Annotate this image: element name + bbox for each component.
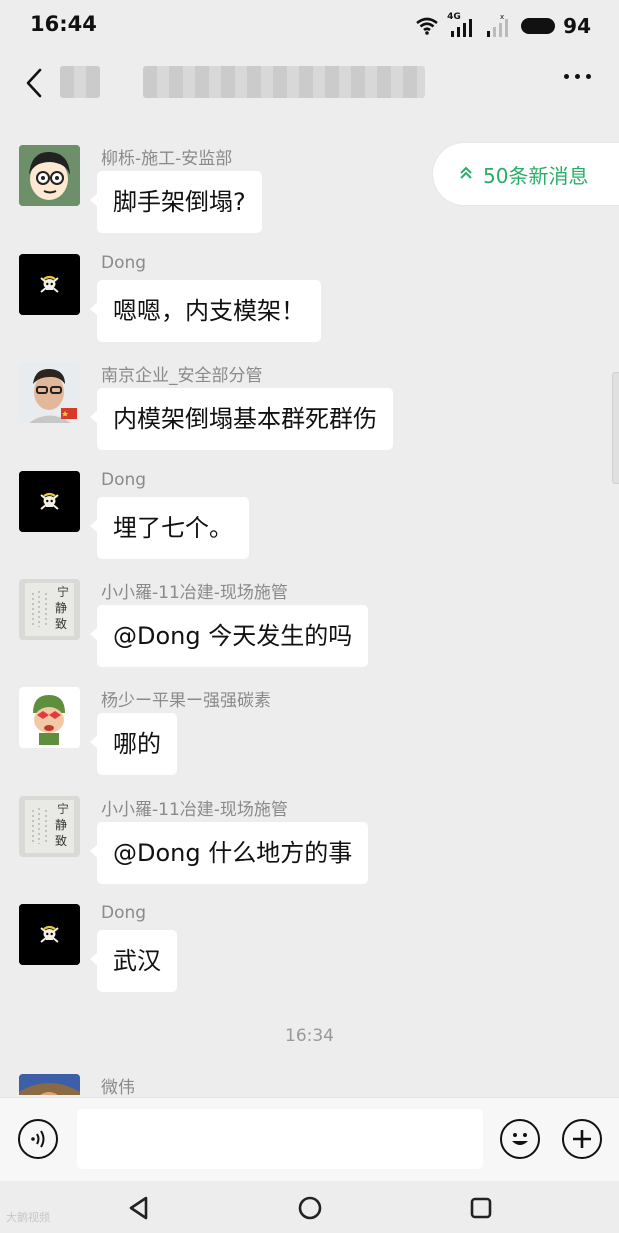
message-bubble[interactable]: 哪的 [90,713,177,775]
battery-level: 94 [563,14,591,38]
avatar[interactable] [19,362,80,423]
status-time: 16:44 [30,12,97,36]
avatar[interactable]: 宁 静 致 [19,579,80,640]
status-bar: 16:44 4G x 94 [0,0,619,52]
signal-icon-empty: x [487,14,509,37]
message-input[interactable] [77,1109,483,1169]
signal-icon-4g: 4G [447,12,477,38]
add-more-icon[interactable] [562,1119,602,1159]
nav-back-icon[interactable] [126,1195,152,1221]
sender-name: Dong [101,470,147,490]
svg-text:致: 致 [55,834,67,848]
svg-text:宁: 宁 [57,584,69,599]
message-bubble[interactable]: 埋了七个。 [90,497,249,559]
voice-input-icon[interactable] [18,1119,58,1159]
sender-name: 柳栎-施工-安监部 [101,149,233,169]
message-bubble[interactable]: @Dong 今天发生的吗 [89,605,369,667]
avatar[interactable] [19,254,80,315]
sender-name: 微伟 [101,1078,135,1095]
avatar[interactable] [19,145,80,206]
system-nav-bar: 大鹅视频 [0,1181,619,1233]
message-list[interactable]: 柳栎-施工-安监部 脚手架倒塌? Dong 嗯嗯，内支模架！ 南京企业_安全部分… [0,130,619,1095]
message-bubble[interactable]: 嗯嗯，内支模架！ [90,280,321,342]
message-timestamp: 16:34 [285,1026,334,1046]
input-bar [0,1097,619,1182]
nav-recents-icon[interactable] [468,1195,494,1221]
back-icon[interactable] [22,66,52,100]
wifi-icon [416,17,438,35]
double-chevron-up-icon [459,165,473,184]
svg-text:x: x [500,14,504,21]
status-icons: 4G x 94 [415,12,591,40]
avatar[interactable] [19,471,80,532]
svg-text:静: 静 [55,601,67,615]
svg-text:宁: 宁 [57,801,69,816]
message-bubble[interactable]: 内模架倒塌基本群死群伤 [90,388,393,450]
sender-name: 南京企业_安全部分管 [101,366,263,386]
sender-name: Dong [101,903,147,923]
sender-name: 小小羅-11冶建-现场施管 [101,583,288,603]
message-bubble[interactable]: @Dong 什么地方的事 [89,822,369,884]
avatar[interactable] [19,904,80,965]
scrollbar[interactable] [612,372,619,484]
new-messages-label: 50条新消息 [483,163,589,188]
sender-name: Dong [101,253,147,273]
message-bubble[interactable]: 武汉 [90,930,177,992]
avatar[interactable] [19,687,80,748]
sender-name: 杨少ー平果ー强强碳素 [101,691,271,711]
message-bubble[interactable]: 脚手架倒塌? [90,171,262,233]
battery-icon [521,18,556,34]
svg-text:静: 静 [55,818,67,832]
more-options-icon[interactable] [564,74,591,79]
avatar[interactable] [19,1074,80,1095]
nav-home-icon[interactable] [297,1195,323,1221]
new-messages-button[interactable]: 50条新消息 [433,143,619,205]
emoji-icon[interactable] [500,1119,540,1159]
chat-header [0,52,619,114]
avatar[interactable]: 宁 静 致 [19,796,80,857]
watermark: 大鹅视频 [6,1211,50,1224]
svg-text:致: 致 [55,617,67,631]
sender-name: 小小羅-11冶建-现场施管 [101,800,288,820]
